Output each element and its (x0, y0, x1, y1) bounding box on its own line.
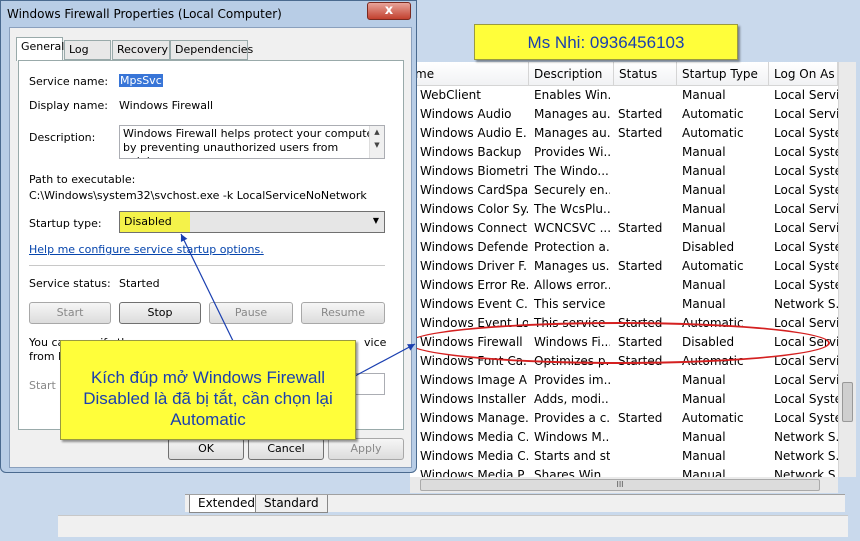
arrow-to-firewall-row (354, 343, 416, 377)
arrow-to-startup (180, 233, 236, 346)
phone-callout: Ms Nhi: 0936456103 (474, 24, 738, 60)
instruction-callout: Kích đúp mở Windows Firewall Disabled là… (60, 340, 356, 440)
annotation-arrows (180, 233, 416, 377)
